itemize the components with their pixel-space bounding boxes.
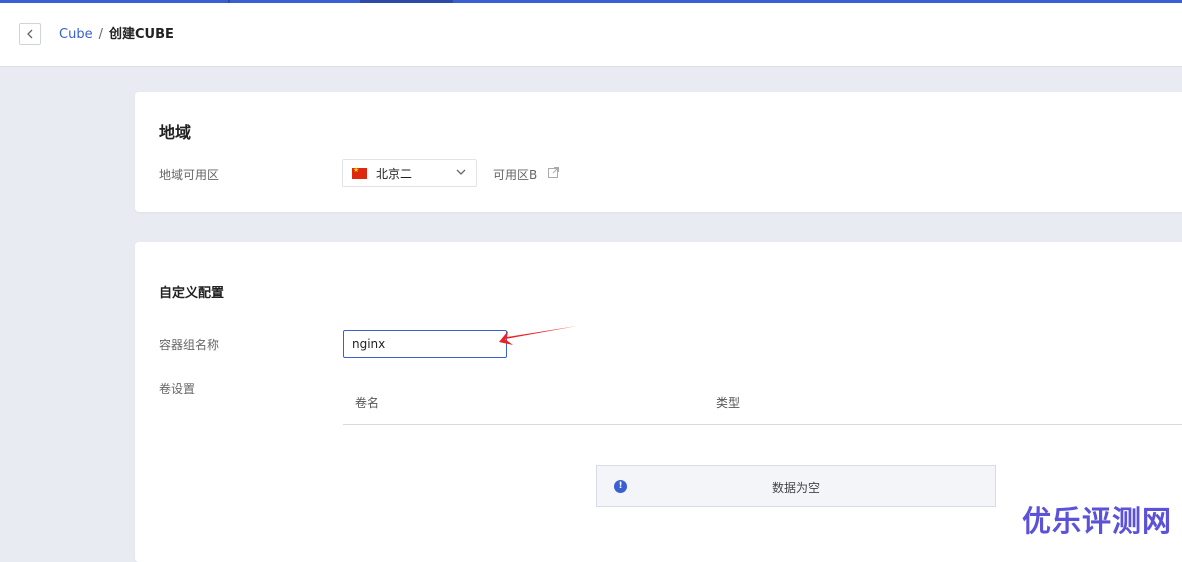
back-button[interactable]	[19, 23, 41, 45]
region-select[interactable]: 北京二	[342, 159, 477, 187]
region-card: 地域 地域可用区 北京二 可用区B	[135, 92, 1182, 212]
china-flag-icon	[352, 166, 367, 179]
column-header-volume-name: 卷名	[355, 396, 380, 410]
availability-zone-text: 可用区B	[493, 168, 538, 182]
container-group-name-input[interactable]	[343, 330, 507, 358]
empty-state: ! 数据为空	[596, 465, 996, 507]
breadcrumb-link-cube[interactable]: Cube	[59, 27, 93, 42]
red-arrow-annotation	[499, 326, 577, 345]
volume-table-header: 卷名 类型	[343, 382, 1182, 425]
page-header: Cube / 创建CUBE	[0, 3, 1182, 67]
breadcrumb-separator: /	[98, 27, 103, 42]
region-zone-label: 地域可用区	[159, 168, 220, 182]
breadcrumb: Cube / 创建CUBE	[59, 27, 174, 43]
empty-state-text: 数据为空	[771, 481, 820, 495]
chevron-down-icon	[456, 169, 466, 175]
volume-settings-label: 卷设置	[159, 382, 196, 396]
external-link-icon[interactable]	[548, 167, 559, 178]
region-select-value: 北京二	[376, 166, 413, 181]
region-section-title: 地域	[159, 123, 192, 142]
breadcrumb-current: 创建CUBE	[108, 27, 174, 42]
custom-section-title: 自定义配置	[159, 286, 225, 301]
column-header-type: 类型	[716, 396, 741, 410]
container-group-name-label: 容器组名称	[159, 338, 220, 352]
watermark: 优乐评测网	[1022, 504, 1173, 538]
chevron-left-icon	[27, 29, 33, 39]
